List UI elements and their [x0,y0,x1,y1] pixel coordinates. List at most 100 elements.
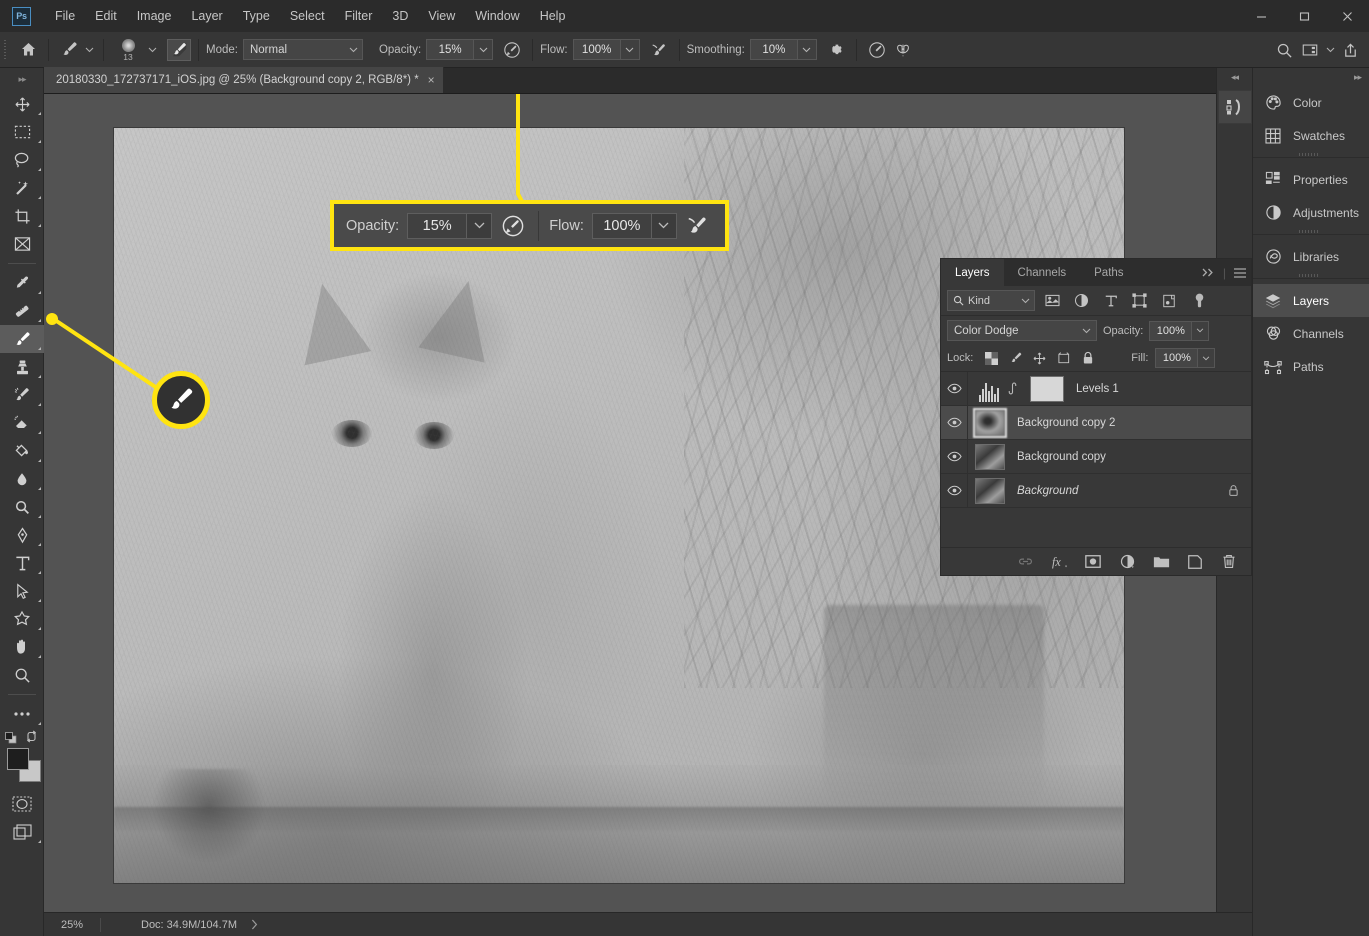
filter-pixel-icon[interactable] [1041,289,1064,312]
eyedropper-tool[interactable] [0,269,44,297]
menu-window[interactable]: Window [465,0,529,32]
layer-visibility-toggle[interactable] [941,439,968,474]
adjustment-layer-thumbnail[interactable] [977,376,1001,402]
table-row[interactable]: Background [941,473,1251,508]
brush-settings-panel-icon[interactable] [167,38,191,61]
hamburger-menu-icon[interactable] [1233,267,1247,279]
workspace-icon[interactable] [1297,37,1323,63]
quick-mask-icon[interactable] [0,790,44,818]
lock-artboard-icon[interactable] [1053,348,1074,369]
filter-power-toggle-icon[interactable] [1188,289,1211,312]
layer-visibility-toggle[interactable] [941,405,968,440]
menu-select[interactable]: Select [280,0,335,32]
menu-edit[interactable]: Edit [85,0,127,32]
smoothing-input[interactable]: 10% [749,39,798,60]
tab-channels[interactable]: Channels [1004,259,1081,286]
gear-icon[interactable] [823,37,849,63]
close-button[interactable] [1326,0,1369,32]
layer-opacity-value[interactable]: 100% [1149,320,1193,341]
minimize-button[interactable] [1240,0,1283,32]
lock-transparent-pixels-icon[interactable] [981,348,1002,369]
layer-thumbnail[interactable] [975,443,1005,470]
zoom-level[interactable]: 25% [44,919,100,931]
lasso-tool[interactable] [0,146,44,174]
menu-view[interactable]: View [418,0,465,32]
pressure-opacity-icon[interactable] [499,37,525,63]
layer-list[interactable]: Levels 1 Background copy 2 Background co… [941,372,1251,514]
foreground-color-swatch[interactable] [7,748,29,770]
magic-wand-icon[interactable] [0,174,44,202]
filter-type-icon[interactable] [1099,289,1122,312]
ellipsis-icon[interactable] [0,700,44,728]
star-shape-icon[interactable] [0,605,44,633]
rail-item-properties[interactable]: Properties [1253,163,1369,196]
lock-position-icon[interactable] [1029,348,1050,369]
callout-pressure-opacity-icon[interactable] [498,211,528,241]
crop-tool[interactable] [0,202,44,230]
layer-opacity-caret-icon[interactable] [1192,320,1210,341]
filter-adjustment-icon[interactable] [1070,289,1093,312]
screen-mode-icon[interactable] [0,818,44,846]
filter-smartobject-icon[interactable] [1157,289,1180,312]
pen-icon[interactable] [0,521,44,549]
document-tab[interactable]: 20180330_172737171_iOS.jpg @ 25% (Backgr… [44,67,444,93]
workspace-caret-icon[interactable] [1323,39,1337,61]
rectangular-marquee-tool[interactable] [0,118,44,146]
maximize-button[interactable] [1283,0,1326,32]
opacity-input[interactable]: 15% [426,39,475,60]
double-chevron-right-icon[interactable]: ▸▸ [1253,68,1369,86]
tablet-pressure-icon[interactable] [864,37,890,63]
brush-size-caret-icon[interactable] [145,39,159,61]
swap-colors-icon[interactable] [25,730,38,743]
tab-layers[interactable]: Layers [941,259,1004,286]
table-row[interactable]: Background copy [941,439,1251,474]
layer-fill-value[interactable]: 100% [1155,348,1199,368]
clone-stamp-tool[interactable] [0,353,44,381]
options-bar-grip[interactable] [0,32,9,68]
double-chevron-left-icon[interactable]: ◂◂ [1217,68,1252,86]
healing-brush-tool[interactable] [0,297,44,325]
layer-mask-link-icon[interactable] [1004,382,1020,395]
flow-input[interactable]: 100% [572,39,621,60]
double-chevron-right-icon[interactable] [1201,267,1216,278]
rail-item-paths[interactable]: Paths [1253,350,1369,383]
rail-item-color[interactable]: Color [1253,86,1369,119]
type-t-icon[interactable] [0,549,44,577]
menu-layer[interactable]: Layer [181,0,232,32]
hand-icon[interactable] [0,633,44,661]
callout-flow-caret-icon[interactable] [651,212,677,239]
menu-file[interactable]: File [45,0,85,32]
layer-name[interactable]: Background [1017,485,1228,497]
callout-flow-value[interactable]: 100% [591,212,652,239]
symmetry-butterfly-icon[interactable] [890,37,916,63]
eraser-tool[interactable] [0,409,44,437]
layer-name[interactable]: Levels 1 [1076,383,1251,395]
history-brush-tool[interactable] [0,381,44,409]
chevron-right-icon[interactable] [251,919,258,930]
tab-paths[interactable]: Paths [1080,259,1137,286]
rail-item-libraries[interactable]: Libraries [1253,240,1369,273]
close-icon[interactable]: × [428,73,435,87]
rail-item-layers[interactable]: Layers [1253,284,1369,317]
menu-image[interactable]: Image [127,0,182,32]
rail-item-channels[interactable]: Channels [1253,317,1369,350]
callout-opacity-value[interactable]: 15% [407,212,468,239]
search-icon[interactable] [1271,37,1297,63]
brush-preset-icon[interactable] [56,37,82,63]
history-actions-icon[interactable] [1217,90,1252,124]
layer-visibility-toggle[interactable] [941,473,968,508]
rail-item-adjustments[interactable]: Adjustments [1253,196,1369,229]
brush-tool[interactable] [0,325,44,353]
rail-item-swatches[interactable]: Swatches [1253,119,1369,152]
filter-kind-select[interactable]: Kind [947,290,1035,311]
layer-thumbnail[interactable] [973,407,1007,438]
menu-type[interactable]: Type [233,0,280,32]
airbrush-icon[interactable] [646,37,672,63]
layer-thumbnail[interactable] [975,477,1005,504]
home-icon[interactable] [15,37,41,63]
magnifier-icon[interactable] [0,661,44,689]
layer-blend-mode-select[interactable]: Color Dodge [947,320,1097,341]
new-layer-icon[interactable] [1185,551,1205,573]
menu-help[interactable]: Help [530,0,576,32]
arrow-cursor-icon[interactable] [0,577,44,605]
